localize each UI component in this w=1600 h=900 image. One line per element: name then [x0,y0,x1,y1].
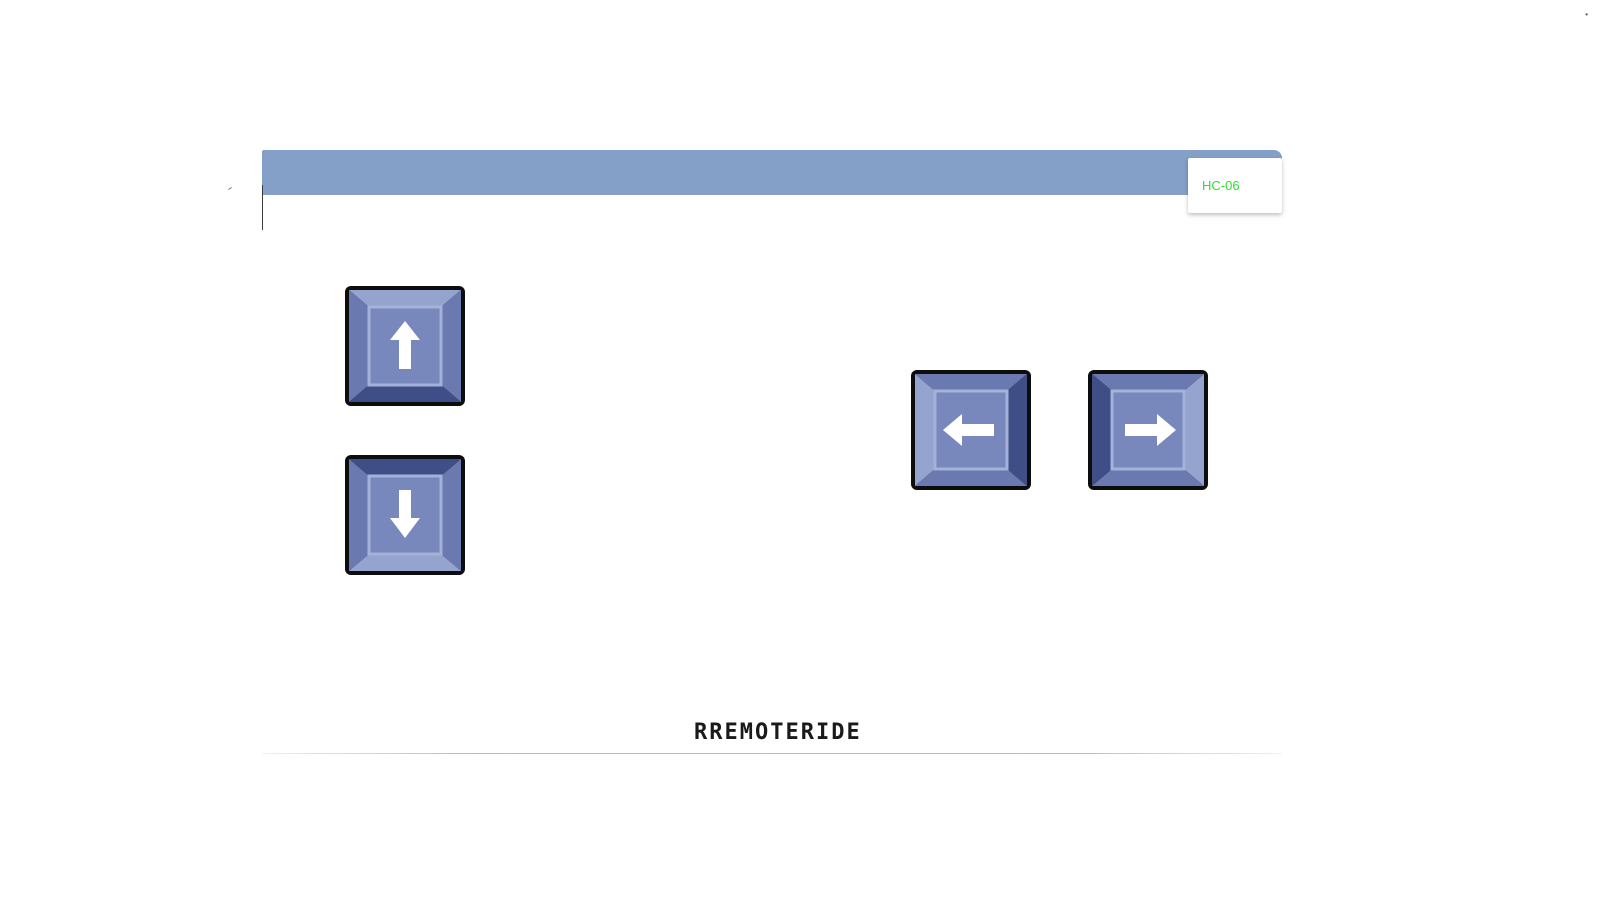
arrow-up-icon [345,286,465,406]
top-bar [262,150,1282,195]
device-name-label: HC-06 [1202,178,1240,193]
frame-left-edge [262,185,263,230]
right-button[interactable] [1087,369,1209,491]
left-button[interactable] [910,369,1032,491]
brand-logo-text: RREMOTERIDE [694,720,862,745]
forward-button[interactable] [344,285,466,407]
footer-divider [262,753,1282,754]
arrow-down-icon [345,455,465,575]
backward-button[interactable] [344,454,466,576]
corner-glyph-icon: • [1585,10,1588,19]
stray-tick-mark [228,186,232,191]
arrow-right-icon [1088,370,1208,490]
bluetooth-device-button[interactable]: HC-06 [1188,158,1282,213]
arrow-left-icon [911,370,1031,490]
